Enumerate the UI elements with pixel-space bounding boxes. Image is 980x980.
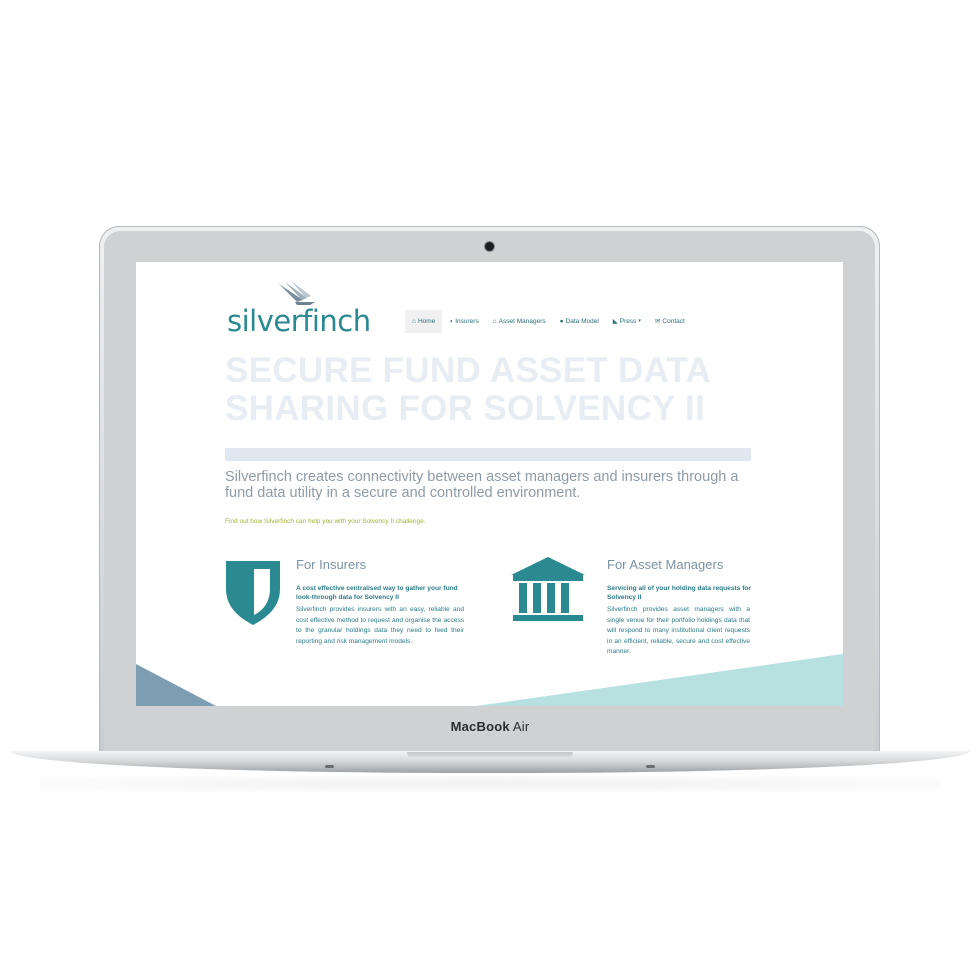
hero-divider-bar	[225, 448, 751, 461]
laptop-hinge-notch	[407, 752, 573, 759]
nav-asset-managers-label: Asset Managers	[498, 318, 546, 325]
home-icon: ⌂	[412, 318, 416, 325]
rss-icon: ◣	[612, 318, 618, 325]
nav-data-model-label: Data Model	[565, 318, 599, 325]
bank-icon	[511, 557, 585, 621]
cta-link[interactable]: Find out how Silverfinch can help you wi…	[225, 518, 426, 525]
device-model-label-air: Air	[512, 719, 530, 734]
nav-insurers-label: Insurers	[455, 318, 479, 325]
nav-press-label: Press	[619, 318, 637, 325]
site-logo[interactable]: silverfinch	[227, 280, 371, 338]
hero-title: SECURE FUND ASSET DATA SHARING FOR SOLVE…	[225, 352, 765, 428]
nav-home-label: Home	[417, 318, 436, 325]
nav-insurers[interactable]: ◖ Insurers	[442, 310, 485, 333]
nav-data-model[interactable]: ● Data Model	[553, 310, 606, 333]
insurers-title[interactable]: For Insurers	[296, 557, 366, 572]
shield-icon	[226, 561, 280, 625]
intro-text: Silverfinch creates connectivity between…	[225, 469, 739, 501]
nav-asset-managers[interactable]: ⌂ Asset Managers	[486, 310, 553, 333]
device-model-label: MacBook Air	[0, 719, 980, 734]
hero-title-line-2: SHARING FOR SOLVENCY II	[225, 389, 706, 428]
table-reflection	[40, 776, 940, 792]
logo-text: silverfinch	[227, 304, 371, 338]
laptop-screen: silverfinch ⌂ Home ◖ Insurers ⌂ Asset Ma…	[136, 262, 843, 706]
device-model-label-macbook: MacBook	[450, 719, 510, 734]
hero-title-line-1: SECURE FUND ASSET DATA	[225, 351, 712, 390]
laptop-foot-left	[325, 765, 334, 768]
chevron-down-icon: ▾	[638, 318, 641, 324]
nav-contact-label: Contact	[662, 318, 685, 325]
globe-icon: ●	[559, 318, 564, 325]
envelope-icon: ✉	[654, 318, 661, 325]
laptop-foot-right	[646, 765, 655, 768]
camera-icon	[485, 242, 494, 251]
insurers-body: Silverfinch provides insurers with an ea…	[296, 606, 464, 645]
insurers-subtitle: A cost effective centralised way to gath…	[296, 585, 458, 601]
nav-contact[interactable]: ✉ Contact	[648, 310, 692, 333]
finch-logo-icon	[279, 281, 315, 305]
asset-managers-subtitle: Servicing all of your holding data reque…	[607, 585, 751, 601]
asset-managers-body: Silverfinch provides asset managers with…	[607, 606, 750, 655]
asset-managers-title[interactable]: For Asset Managers	[607, 557, 723, 572]
bank-icon: ⌂	[492, 318, 497, 325]
main-nav: ⌂ Home ◖ Insurers ⌂ Asset Managers ● Dat…	[405, 310, 692, 333]
nav-press[interactable]: ◣ Press ▾	[606, 310, 648, 333]
nav-home[interactable]: ⌂ Home	[405, 310, 443, 333]
shield-icon: ◖	[449, 318, 454, 325]
